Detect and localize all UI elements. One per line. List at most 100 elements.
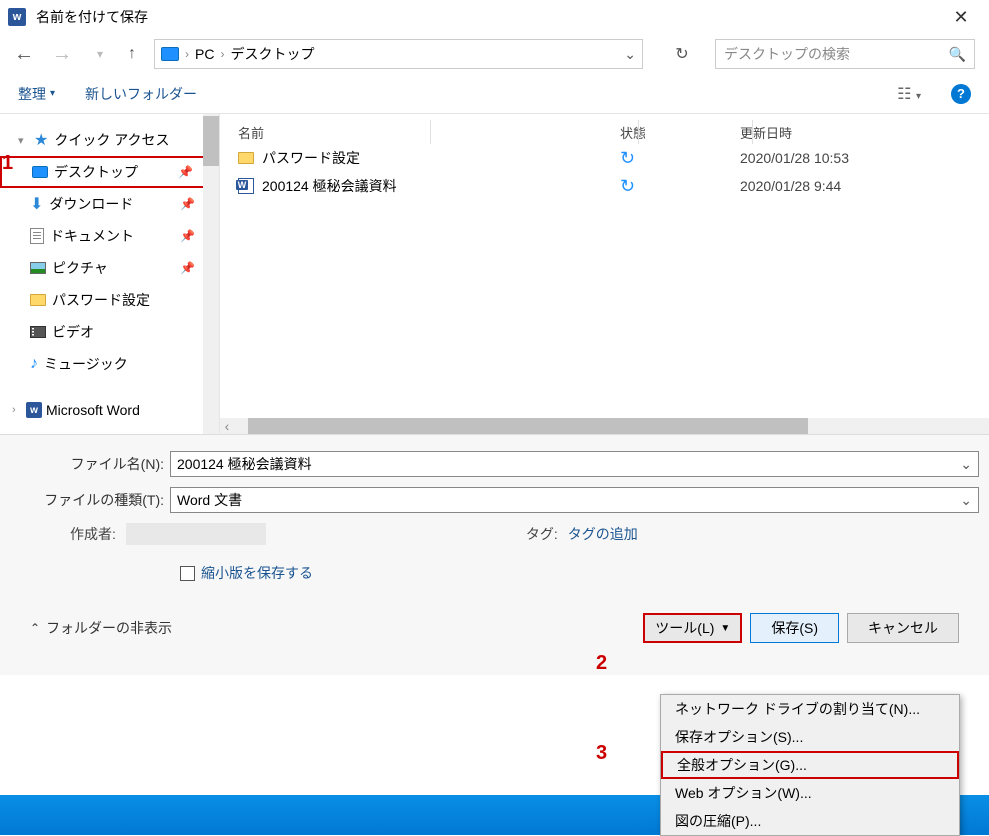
view-options-button[interactable]: ☷ ▾ — [897, 84, 921, 104]
thumbnail-checkbox[interactable] — [180, 566, 195, 581]
filename-label: ファイル名(N): — [10, 454, 170, 474]
help-button[interactable]: ? — [951, 84, 971, 104]
tree-label: パスワード設定 — [52, 290, 150, 310]
file-row[interactable]: パスワード設定 ↻ 2020/01/28 10:53 — [220, 144, 989, 172]
tools-button[interactable]: ツール(L)▼ — [643, 613, 742, 643]
author-value[interactable] — [126, 523, 266, 545]
bc-sep-icon: › — [185, 47, 189, 61]
menu-map-drive[interactable]: ネットワーク ドライブの割り当て(N)... — [661, 695, 959, 723]
pc-icon — [161, 47, 179, 61]
close-button[interactable]: ✕ — [941, 1, 981, 33]
tree-label: ビデオ — [52, 322, 94, 342]
tree-pictures[interactable]: ピクチャ 📌 — [0, 252, 219, 284]
breadcrumb[interactable]: › PC › デスクトップ ⌄ — [154, 39, 643, 69]
tree-label: Microsoft Word — [46, 402, 140, 418]
chevron-down-icon[interactable]: ▾ — [18, 134, 28, 147]
file-name: 200124 極秘会議資料 — [262, 176, 397, 196]
star-icon: ★ — [34, 130, 48, 150]
file-date: 2020/01/28 10:53 — [740, 150, 989, 166]
col-modified[interactable]: 更新日時 — [740, 123, 989, 142]
nav-bar: ← → ▾ ↑ › PC › デスクトップ ⌄ ↻ デスクトップの検索 🔍 — [0, 34, 989, 74]
picture-icon — [30, 262, 46, 274]
pin-icon: 📌 — [180, 261, 195, 275]
tree-label: デスクトップ — [54, 162, 138, 182]
file-row[interactable]: 200124 極秘会議資料 ↻ 2020/01/28 9:44 — [220, 172, 989, 200]
file-list-hscroll[interactable]: ‹ — [220, 418, 989, 434]
search-icon: 🔍 — [949, 46, 966, 63]
tree-label: ピクチャ — [52, 258, 108, 278]
file-list-headers: 名前 状態 更新日時 — [220, 114, 989, 144]
document-icon — [30, 228, 44, 244]
dropdown-icon[interactable]: ⌄ — [960, 456, 972, 473]
tree-quick-access[interactable]: ▾ ★ クイック アクセス — [0, 124, 219, 156]
menu-web-options[interactable]: Web オプション(W)... — [661, 779, 959, 807]
folder-icon — [30, 294, 46, 306]
tree-scrollbar[interactable] — [203, 114, 219, 434]
tag-field[interactable]: タグ: タグの追加 — [526, 524, 638, 544]
folder-icon — [238, 152, 254, 164]
search-placeholder: デスクトップの検索 — [724, 44, 850, 64]
cancel-button[interactable]: キャンセル — [847, 613, 959, 643]
tree-documents[interactable]: ドキュメント 📌 — [0, 220, 219, 252]
tree-label: ダウンロード — [49, 194, 133, 214]
word-app-icon: w — [8, 8, 26, 26]
tree-desktop[interactable]: デスクトップ 📌 — [0, 156, 219, 188]
tools-menu: ネットワーク ドライブの割り当て(N)... 保存オプション(S)... 全般オ… — [660, 694, 960, 836]
toolbar: 整理 ▾ 新しいフォルダー ☷ ▾ ? — [0, 74, 989, 114]
col-name[interactable]: 名前 — [220, 123, 620, 142]
file-date: 2020/01/28 9:44 — [740, 178, 989, 194]
chevron-right-icon[interactable]: › — [12, 404, 22, 416]
breadcrumb-desktop[interactable]: デスクトップ — [230, 44, 314, 64]
tree-downloads[interactable]: ⬇ ダウンロード 📌 — [0, 188, 219, 220]
organize-button[interactable]: 整理 ▾ — [18, 84, 55, 104]
save-button[interactable]: 保存(S) — [750, 613, 839, 643]
sync-icon: ↻ — [620, 148, 635, 168]
tree-label: ミュージック — [44, 354, 128, 374]
menu-compress-pictures[interactable]: 図の圧縮(P)... — [661, 807, 959, 835]
breadcrumb-pc[interactable]: PC — [195, 46, 214, 62]
tree-label: ドキュメント — [50, 226, 134, 246]
breadcrumb-dropdown-icon[interactable]: ⌄ — [624, 46, 636, 63]
filename-input[interactable]: 200124 極秘会議資料⌄ — [170, 451, 979, 477]
bc-sep-icon: › — [220, 47, 224, 61]
filetype-select[interactable]: Word 文書⌄ — [170, 487, 979, 513]
word-app-icon: w — [26, 402, 42, 418]
back-button[interactable]: ← — [14, 43, 34, 66]
annotation-3: 3 — [596, 742, 607, 765]
word-file-icon — [238, 178, 254, 194]
sync-icon: ↻ — [620, 176, 635, 196]
tree-label: クイック アクセス — [54, 130, 169, 150]
dialog-footer: ⌃ フォルダーの非表示 ツール(L)▼ 保存(S) キャンセル — [10, 613, 979, 659]
music-icon: ♪ — [30, 355, 38, 373]
menu-save-options[interactable]: 保存オプション(S)... — [661, 723, 959, 751]
file-name: パスワード設定 — [262, 148, 360, 168]
up-button[interactable]: ↑ — [128, 45, 136, 63]
tree-pwfolder[interactable]: パスワード設定 — [0, 284, 219, 316]
chevron-up-icon: ⌃ — [30, 621, 40, 635]
tree-music[interactable]: ♪ ミュージック — [0, 348, 219, 380]
new-folder-button[interactable]: 新しいフォルダー — [85, 84, 197, 104]
author-field[interactable]: 作成者: — [70, 523, 266, 545]
tag-add-link[interactable]: タグの追加 — [568, 524, 638, 544]
forward-button[interactable]: → — [52, 43, 72, 66]
file-list: 名前 状態 更新日時 パスワード設定 ↻ 2020/01/28 10:53 20… — [220, 114, 989, 434]
refresh-button[interactable]: ↻ — [667, 39, 697, 69]
search-input[interactable]: デスクトップの検索 🔍 — [715, 39, 975, 69]
hide-folders-toggle[interactable]: ⌃ フォルダーの非表示 — [30, 618, 172, 638]
recent-dropdown[interactable]: ▾ — [90, 47, 110, 61]
author-label: 作成者: — [70, 524, 116, 544]
pin-icon: 📌 — [180, 197, 195, 211]
menu-general-options[interactable]: 全般オプション(G)... — [661, 751, 959, 779]
dropdown-icon[interactable]: ⌄ — [960, 492, 972, 509]
pin-icon: 📌 — [180, 229, 195, 243]
tree-videos[interactable]: ビデオ — [0, 316, 219, 348]
annotation-2: 2 — [596, 652, 607, 675]
title-bar: w 名前を付けて保存 ✕ — [0, 0, 989, 34]
desktop-icon — [32, 166, 48, 178]
download-icon: ⬇ — [30, 194, 43, 214]
tree-msword[interactable]: › w Microsoft Word — [0, 394, 219, 426]
tag-label: タグ: — [526, 524, 558, 544]
pin-icon: 📌 — [178, 165, 193, 179]
filetype-label: ファイルの種類(T): — [10, 490, 170, 510]
main-area: ▾ ★ クイック アクセス デスクトップ 📌 ⬇ ダウンロード 📌 ドキュメント… — [0, 114, 989, 434]
